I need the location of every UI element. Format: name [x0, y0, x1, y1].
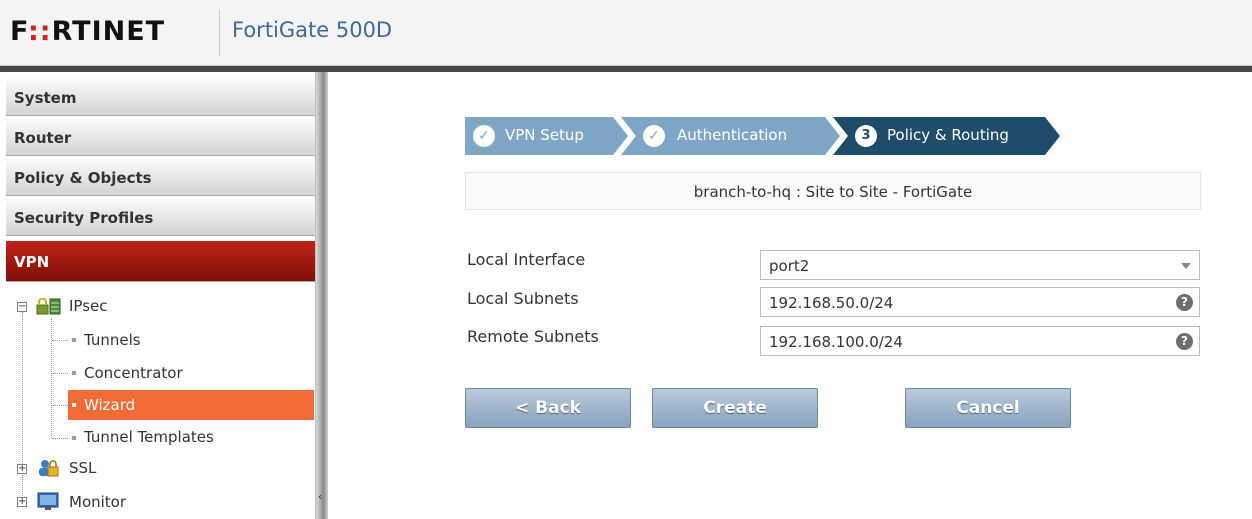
sidebar: System Router Policy & Objects Security … — [0, 72, 316, 519]
menu-policy-objects[interactable]: Policy & Objects — [6, 158, 315, 196]
menu-system[interactable]: System — [6, 78, 315, 116]
step-policy-routing: Policy & Routing — [887, 126, 1009, 144]
local-interface-value: port2 — [769, 257, 810, 275]
menu-vpn[interactable]: VPN — [6, 240, 315, 282]
bullet-icon — [72, 436, 76, 440]
tree-line — [51, 318, 52, 438]
remote-subnets-input[interactable]: 192.168.100.0/24 ? — [760, 326, 1200, 356]
local-subnets-input[interactable]: 192.168.50.0/24 ? — [760, 287, 1200, 317]
back-button[interactable]: < Back — [465, 388, 631, 428]
tree-tunnel-templates[interactable]: Tunnel Templates — [84, 428, 214, 446]
cancel-button[interactable]: Cancel — [905, 388, 1071, 428]
tree-line — [52, 373, 68, 374]
step-number-badge: 3 — [855, 125, 877, 147]
local-interface-label: Local Interface — [467, 250, 586, 269]
step-vpn-setup: VPN Setup — [505, 126, 584, 144]
bullet-icon — [72, 338, 76, 342]
help-icon[interactable]: ? — [1176, 294, 1193, 311]
ipsec-lock-icon — [36, 298, 61, 315]
remote-subnets-value: 192.168.100.0/24 — [769, 333, 903, 351]
collapse-sidebar-icon[interactable]: ‹ — [318, 490, 322, 503]
tree-tunnels[interactable]: Tunnels — [84, 331, 141, 349]
menu-security-profiles[interactable]: Security Profiles — [6, 198, 315, 236]
check-icon: ✓ — [473, 125, 495, 147]
help-icon[interactable]: ? — [1176, 333, 1193, 350]
fortinet-logo: F::RTINET — [10, 16, 166, 47]
tree-line — [52, 438, 68, 439]
tree-line — [52, 340, 68, 341]
vpn-name-banner: branch-to-hq : Site to Site - FortiGate — [465, 172, 1201, 210]
app-header: F::RTINET FortiGate 500D — [0, 0, 1252, 66]
header-divider — [219, 10, 220, 56]
bullet-icon — [72, 403, 76, 407]
ssl-users-icon — [39, 460, 59, 477]
bullet-icon — [72, 371, 76, 375]
expand-icon[interactable]: + — [17, 464, 27, 474]
sidebar-splitter[interactable] — [316, 72, 328, 519]
remote-subnets-label: Remote Subnets — [467, 327, 599, 346]
collapse-icon[interactable]: − — [17, 302, 27, 312]
monitor-icon — [37, 492, 59, 510]
menu-router[interactable]: Router — [6, 118, 315, 156]
local-subnets-value: 192.168.50.0/24 — [769, 294, 894, 312]
dropdown-caret-icon — [1181, 263, 1191, 269]
tree-wizard[interactable]: Wizard — [84, 396, 135, 414]
tree-line — [52, 405, 68, 406]
local-interface-select[interactable]: port2 — [760, 250, 1200, 280]
tree-ipsec[interactable]: IPsec — [69, 297, 108, 315]
create-button[interactable]: Create — [652, 388, 818, 428]
step-authentication: Authentication — [677, 126, 788, 144]
tree-monitor[interactable]: Monitor — [69, 493, 126, 511]
local-subnets-label: Local Subnets — [467, 289, 579, 308]
expand-icon[interactable]: + — [17, 497, 27, 507]
tree-concentrator[interactable]: Concentrator — [84, 364, 183, 382]
check-icon: ✓ — [643, 125, 665, 147]
tree-ssl[interactable]: SSL — [69, 459, 96, 477]
device-name: FortiGate 500D — [232, 18, 393, 42]
